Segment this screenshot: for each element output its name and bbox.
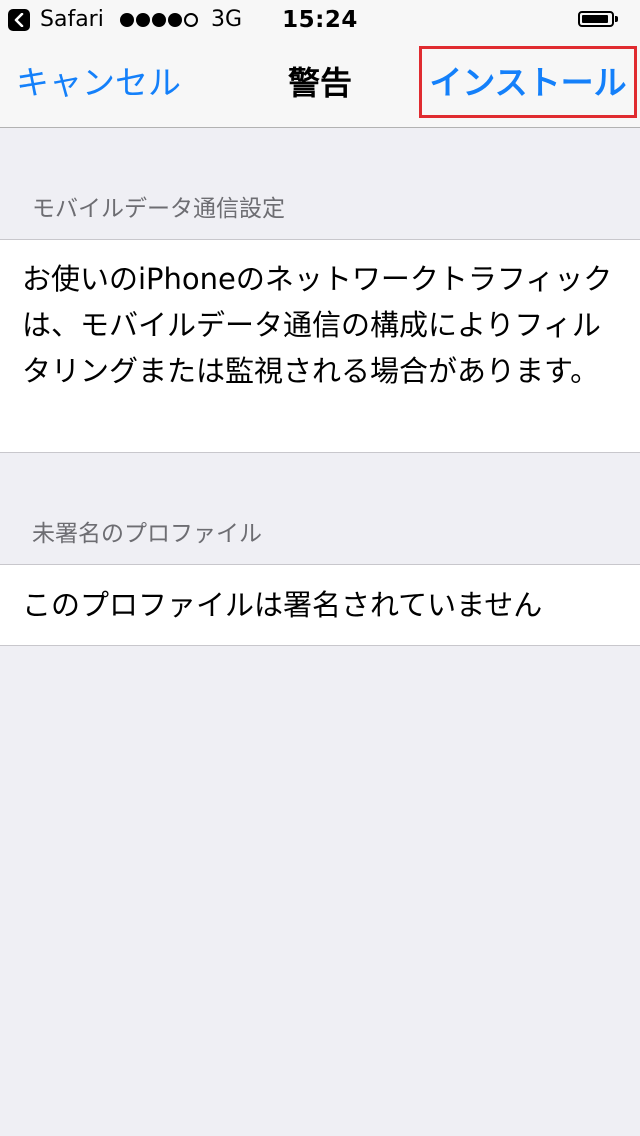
section-header-unsigned-profile: 未署名のプロファイル bbox=[32, 521, 262, 547]
install-button-highlight[interactable]: インストール bbox=[419, 46, 637, 118]
battery-icon bbox=[578, 11, 618, 27]
unsigned-profile-text: このプロファイルは署名されていません bbox=[22, 588, 543, 622]
install-button[interactable]: インストール bbox=[422, 63, 634, 103]
mobile-data-warning-cell: お使いのiPhoneのネットワークトラフィックは、モバイルデータ通信の構成により… bbox=[0, 239, 640, 453]
mobile-data-warning-text: お使いのiPhoneのネットワークトラフィックは、モバイルデータ通信の構成により… bbox=[22, 262, 613, 388]
unsigned-profile-cell: このプロファイルは署名されていません bbox=[0, 564, 640, 646]
navigation-bar: キャンセル 警告 インストール bbox=[0, 40, 640, 128]
section-header-mobile-data: モバイルデータ通信設定 bbox=[32, 196, 285, 222]
clock: 15:24 bbox=[282, 7, 358, 33]
status-bar: Safari 3G 15:24 bbox=[0, 0, 640, 40]
